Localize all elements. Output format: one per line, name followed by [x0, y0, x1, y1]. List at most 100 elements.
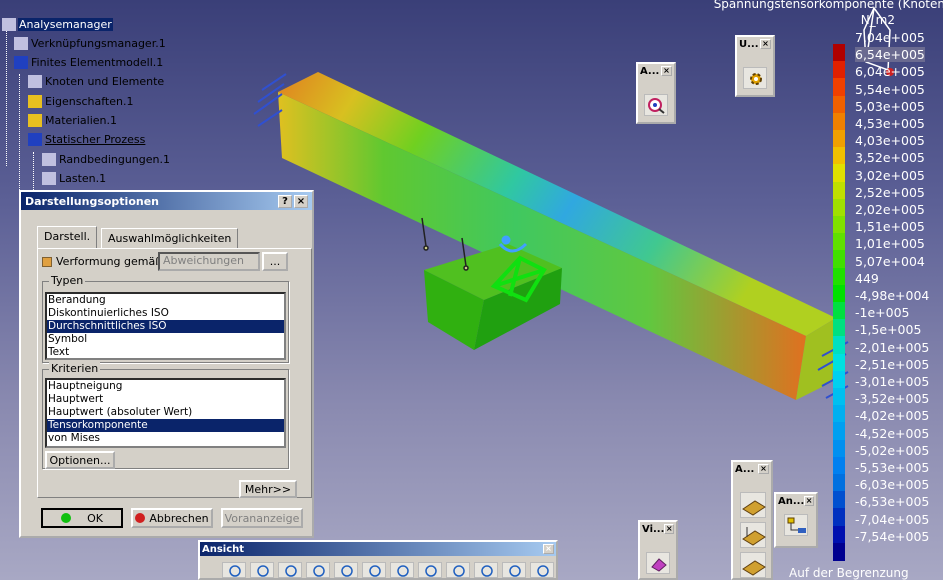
analysis-icon[interactable] [644, 94, 668, 116]
browse-button[interactable]: ... [262, 252, 288, 271]
pan-icon[interactable] [278, 562, 302, 578]
fit-all-icon[interactable] [250, 562, 274, 578]
legend-color-swatch [833, 164, 845, 183]
analysis-tools-toolbar[interactable]: An... × [774, 492, 818, 548]
deform-checkbox[interactable] [42, 257, 52, 267]
legend-unit: N_m2 [860, 13, 895, 27]
tab-label: Darstell. [44, 230, 91, 243]
close-button[interactable]: × [294, 195, 308, 208]
legend-value: 2,02e+005 [855, 202, 925, 217]
cancel-label: Abbrechen [149, 511, 209, 525]
legend-value: 6,04e+005 [855, 64, 925, 80]
link-manager-icon [14, 36, 28, 50]
tree-node[interactable]: Materialien.1 [28, 112, 118, 130]
legend-color-swatch [833, 439, 845, 458]
legend-color-swatch [833, 44, 845, 63]
rotate-icon[interactable] [306, 562, 330, 578]
legend-color-swatch [833, 284, 845, 303]
preview-button[interactable]: Vorananzeige [221, 508, 303, 528]
legend-value: -1,5e+005 [855, 322, 922, 338]
ok-button[interactable]: OK [41, 508, 123, 528]
legend-color-swatch [833, 95, 845, 114]
criteria-list-item[interactable]: Hauptwert [47, 393, 284, 406]
hide-show-icon[interactable] [502, 562, 526, 578]
legend-color-swatch [833, 508, 845, 527]
close-icon[interactable]: × [664, 524, 674, 534]
swap-space-icon[interactable] [530, 562, 554, 578]
legend-color-swatch [833, 147, 845, 166]
legend-color-swatch [833, 198, 845, 217]
tree-node[interactable]: Analysemanager [2, 15, 113, 33]
tree-node-label: Eigenschaften.1 [45, 94, 134, 108]
criteria-list-item[interactable]: Hauptwert (absoluter Wert) [47, 406, 284, 419]
legend-value: 449 [855, 270, 879, 286]
tree-node[interactable]: Knoten und Elemente [28, 73, 165, 91]
tree-node[interactable]: Eigenschaften.1 [28, 92, 134, 110]
criteria-label: Kriterien [49, 362, 101, 375]
options-button[interactable]: Optionen... [45, 451, 115, 469]
toolbar-title: A... [640, 65, 660, 77]
legend-value: 6,54e+005 [855, 47, 925, 63]
tree-node[interactable]: Lasten.1 [42, 169, 107, 187]
cancel-button[interactable]: Abbrechen [131, 508, 213, 528]
help-button[interactable]: ? [278, 195, 292, 208]
types-list-item[interactable]: Diskontinuierliches ISO [47, 307, 284, 320]
displacement-icon[interactable] [740, 552, 766, 578]
legend-value: 4,53e+005 [855, 116, 925, 131]
types-list-item[interactable]: Durchschnittliches ISO [47, 320, 284, 333]
criteria-list-item[interactable]: Tensorkomponente [47, 419, 284, 432]
tree-structure-icon[interactable] [784, 514, 808, 536]
close-icon[interactable]: × [760, 39, 771, 49]
tab-display[interactable]: Darstell. [37, 226, 98, 248]
shading-icon[interactable] [474, 562, 498, 578]
criteria-list[interactable]: Hauptneigung Hauptwert Hauptwert (absolute… [45, 378, 286, 448]
types-list[interactable]: Berandung Diskontinuierliches ISO Durchsch… [45, 292, 286, 360]
stress-icon[interactable] [740, 522, 766, 548]
legend-value: -4,98e+004 [855, 288, 930, 303]
types-list-item[interactable]: Berandung [47, 294, 284, 307]
analysis-results-toolbar[interactable]: A... × [731, 460, 773, 580]
normal-view-icon[interactable] [390, 562, 414, 578]
view-mode-icon[interactable] [646, 552, 670, 574]
iso-view-icon[interactable] [446, 562, 470, 578]
multi-view-icon[interactable] [418, 562, 442, 578]
tree-node[interactable]: Randbedingungen.1 [42, 150, 171, 168]
tree-node-label: Analysemanager [18, 17, 113, 31]
fem-model-icon [14, 56, 28, 70]
legend-color-swatch [833, 336, 845, 355]
toolbar-title: Ansicht [202, 543, 245, 555]
folder-icon [28, 94, 42, 108]
legend-value: -4,52e+005 [855, 425, 930, 441]
update-toolbar[interactable]: U... × [735, 35, 775, 97]
tree-node[interactable]: Verknüpfungsmanager.1 [14, 34, 167, 52]
types-list-item[interactable]: Symbol [47, 333, 284, 346]
tree-node[interactable]: Finites Elementmodell.1 [14, 54, 164, 72]
close-icon[interactable]: × [661, 66, 672, 76]
close-icon[interactable]: × [758, 464, 769, 474]
criteria-list-item[interactable]: Hauptneigung [47, 380, 284, 393]
fly-mode-icon[interactable] [222, 562, 246, 578]
compute-gear-icon[interactable] [743, 67, 767, 89]
legend-color-swatch [833, 474, 845, 493]
legend-color-swatch [833, 130, 845, 149]
criteria-list-item[interactable]: von Mises [47, 432, 284, 445]
deformation-icon[interactable] [740, 492, 766, 518]
legend-value: 4,03e+005 [855, 133, 925, 149]
more-button[interactable]: Mehr>> [239, 480, 297, 498]
zoom-in-icon[interactable] [334, 562, 358, 578]
tree-node[interactable]: Statischer Prozess [28, 131, 146, 149]
ansicht-toolbar[interactable]: Ansicht × [198, 540, 558, 580]
zoom-out-icon[interactable] [362, 562, 386, 578]
legend-color-swatch [833, 525, 845, 544]
legend-color-swatch [833, 491, 845, 510]
beam-front-face [278, 92, 806, 400]
view-toolbar[interactable]: Vi... × [638, 520, 678, 580]
deform-field[interactable]: Abweichungen [158, 252, 260, 271]
legend-value: 1,51e+005 [855, 219, 925, 235]
legend-color-swatch [833, 388, 845, 407]
types-list-item[interactable]: Text [47, 346, 284, 359]
analysis-toolbar[interactable]: A... × [636, 62, 676, 124]
close-icon[interactable]: × [543, 544, 554, 554]
close-icon[interactable]: × [804, 496, 814, 506]
tab-selection[interactable]: Auswahlmöglichkeiten [101, 228, 239, 248]
